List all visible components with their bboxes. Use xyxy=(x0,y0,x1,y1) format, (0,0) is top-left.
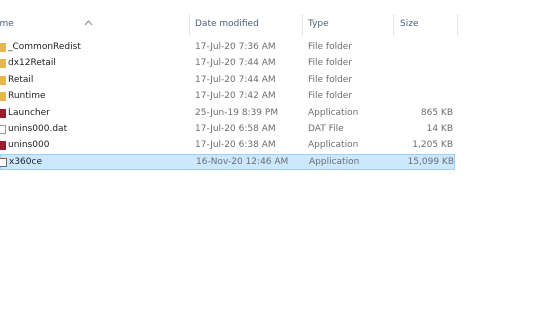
file-name: Runtime xyxy=(8,91,46,102)
file-size: 865 KB xyxy=(420,107,453,118)
file-date-modified: 17-Jul-20 7:36 AM xyxy=(195,42,276,52)
column-divider[interactable] xyxy=(393,14,394,36)
file-date-modified: 17-Jul-20 7:42 AM xyxy=(195,91,276,102)
file-row[interactable]: dx12Retail 17-Jul-20 7:44 AM File folder xyxy=(0,55,455,71)
file-type: File folder xyxy=(308,58,353,69)
file-row[interactable]: Launcher 25-Jun-19 8:39 PM Application 865 … xyxy=(0,105,455,121)
file-name: x360ce xyxy=(9,156,42,167)
file-size xyxy=(400,39,453,55)
file-type: File folder xyxy=(308,74,353,85)
file-icon xyxy=(0,125,6,134)
file-row[interactable]: Retail 17-Jul-20 7:44 AM File folder xyxy=(0,72,455,88)
gamepad-app-icon xyxy=(0,157,7,167)
file-row[interactable]: unins000.dat 17-Jul-20 6:58 AM DAT File 14 … xyxy=(0,121,455,137)
column-header-size-label: Size xyxy=(400,19,419,29)
column-header-name-label: ame xyxy=(0,19,14,29)
column-divider[interactable] xyxy=(457,14,458,36)
column-header-type-label: Type xyxy=(308,19,329,29)
file-name: unins000.dat xyxy=(8,124,68,134)
file-name: Retail xyxy=(8,74,34,85)
file-date-modified: 16-Nov-20 12:46 AM xyxy=(196,156,289,167)
column-header-date-label: Date modified xyxy=(195,19,259,29)
file-list-view: ame Date modified Type Size _CommonRedis… xyxy=(0,0,560,336)
installer-icon xyxy=(0,141,6,151)
file-type: DAT File xyxy=(308,124,344,134)
folder-icon xyxy=(0,75,6,85)
file-size: 15,099 KB xyxy=(407,156,454,167)
file-type: Application xyxy=(308,107,359,118)
file-date-modified: 17-Jul-20 6:38 AM xyxy=(195,140,276,151)
folder-icon xyxy=(0,92,6,102)
file-date-modified: 25-Jun-19 8:39 PM xyxy=(195,107,279,118)
folder-icon xyxy=(0,43,6,52)
file-size xyxy=(400,72,453,88)
file-name: dx12Retail xyxy=(8,58,56,69)
file-type: Application xyxy=(309,156,360,167)
column-header-bar: ame Date modified Type Size xyxy=(0,12,458,36)
file-name: Launcher xyxy=(8,107,50,118)
file-row[interactable]: _CommonRedist 17-Jul-20 7:36 AM File folde… xyxy=(0,39,455,55)
file-name: _CommonRedist xyxy=(8,42,81,52)
file-date-modified: 17-Jul-20 6:58 AM xyxy=(195,124,276,134)
file-name: unins000 xyxy=(8,140,50,151)
file-size xyxy=(400,55,453,71)
file-size: 1,205 KB xyxy=(412,140,453,151)
column-header-type[interactable]: Type xyxy=(308,12,396,36)
file-size: 14 KB xyxy=(426,124,453,134)
file-row[interactable]: Runtime 17-Jul-20 7:42 AM File folder xyxy=(0,88,455,104)
file-date-modified: 17-Jul-20 7:44 AM xyxy=(195,58,276,69)
file-date-modified: 17-Jul-20 7:44 AM xyxy=(195,74,276,85)
column-header-date[interactable]: Date modified xyxy=(195,12,300,36)
sort-up-arrow-icon xyxy=(84,20,93,26)
column-divider[interactable] xyxy=(302,14,303,36)
file-row[interactable]: unins000 17-Jul-20 6:38 AM Application 1,20… xyxy=(0,137,455,153)
file-type: Application xyxy=(308,140,359,151)
column-header-size[interactable]: Size xyxy=(400,12,456,36)
file-size xyxy=(400,88,453,104)
file-type: File folder xyxy=(308,91,353,102)
app-icon xyxy=(0,108,6,118)
folder-icon xyxy=(0,59,6,69)
file-type: File folder xyxy=(308,42,353,52)
column-divider[interactable] xyxy=(189,14,190,36)
file-row[interactable]: x360ce 16-Nov-20 12:46 AM Application 15,09… xyxy=(0,153,455,170)
